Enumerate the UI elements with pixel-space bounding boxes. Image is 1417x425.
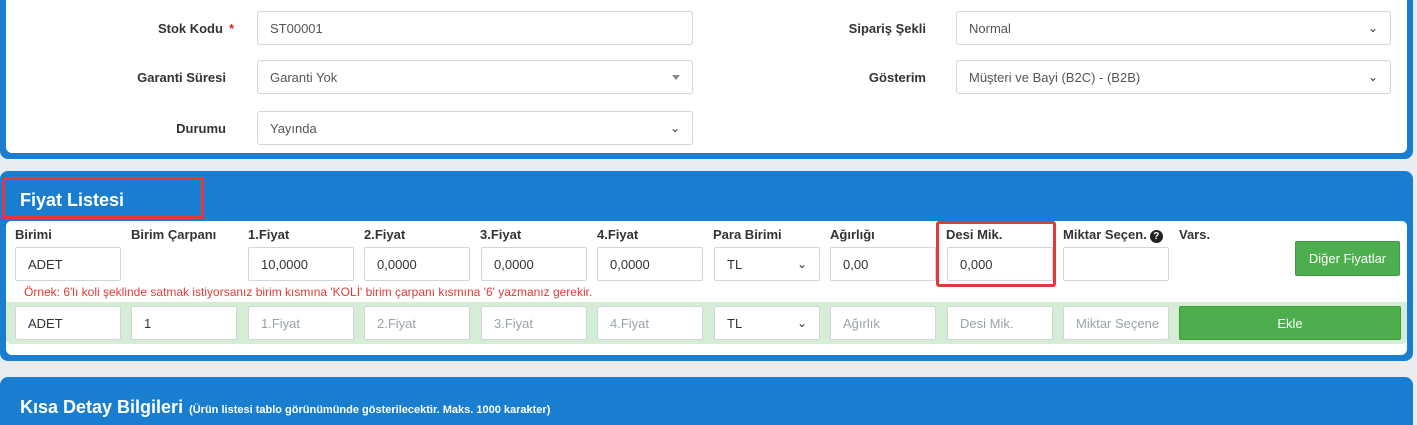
row-weight-input[interactable]: 0,00	[830, 247, 936, 281]
row-price1-input[interactable]: 10,0000	[248, 247, 354, 281]
new-weight-input[interactable]: Ağırlık	[830, 306, 936, 340]
new-desi-input[interactable]: Desi Mik.	[947, 306, 1053, 340]
status-label: Durumu	[176, 121, 226, 136]
warranty-select[interactable]: Garanti Yok	[257, 60, 693, 94]
order-type-select[interactable]: Normal ⌄	[956, 11, 1391, 45]
new-price3-input[interactable]: 3.Fiyat	[481, 306, 587, 340]
stock-code-input[interactable]: ST00001	[257, 11, 693, 45]
row-price4-input[interactable]: 0,0000	[597, 247, 703, 281]
display-select[interactable]: Müşteri ve Bayi (B2C) - (B2B) ⌄	[956, 60, 1391, 94]
chevron-down-icon: ⌄	[1367, 70, 1378, 84]
col-qty-select: Miktar Seçen.?	[1063, 227, 1163, 243]
col-multiplier: Birim Çarpanı	[131, 227, 217, 242]
product-form-panel: Stok Kodu * ST00001 Garanti Süresi Garant…	[0, 0, 1413, 159]
new-price4-input[interactable]: 4.Fiyat	[597, 306, 703, 340]
new-multiplier-input[interactable]: 1	[131, 306, 237, 340]
add-button[interactable]: Ekle	[1179, 306, 1401, 340]
col-price1: 1.Fiyat	[248, 227, 290, 242]
col-price2: 2.Fiyat	[364, 227, 406, 242]
price-list-panel: Fiyat Listesi Birimi Birim Çarpanı 1.Fiy…	[0, 171, 1413, 361]
row-currency-select[interactable]: TL ⌄	[714, 247, 820, 281]
col-currency: Para Birimi	[713, 227, 782, 242]
desi-highlight-box	[936, 221, 1056, 287]
chevron-down-icon: ⌄	[796, 257, 807, 271]
status-select[interactable]: Yayında ⌄	[257, 111, 693, 145]
caret-down-icon	[672, 74, 680, 80]
required-mark: *	[228, 21, 234, 36]
short-detail-title: Kısa Detay Bilgileri (Ürün listesi tablo …	[20, 397, 551, 417]
col-unit: Birimi	[15, 227, 52, 242]
row-unit-input[interactable]: ADET	[15, 247, 121, 281]
row-qty-select-input[interactable]	[1063, 247, 1169, 281]
unit-hint-text: Örnek: 6'lı koli şeklinde satmak istiyor…	[24, 285, 593, 299]
new-price1-input[interactable]: 1.Fiyat	[248, 306, 354, 340]
order-type-label: Sipariş Şekli	[848, 21, 926, 36]
short-detail-panel: Kısa Detay Bilgileri (Ürün listesi tablo …	[0, 377, 1413, 425]
display-label: Gösterim	[868, 70, 926, 85]
chevron-down-icon: ⌄	[1367, 21, 1378, 35]
stock-code-label: Stok Kodu *	[157, 21, 234, 36]
price-list-body: Birimi Birim Çarpanı 1.Fiyat 2.Fiyat 3.F…	[6, 221, 1407, 355]
add-price-row: ADET 1 1.Fiyat 2.Fiyat 3.Fiyat 4.Fiyat T…	[6, 302, 1407, 344]
other-prices-button[interactable]: Diğer Fiyatlar	[1295, 241, 1400, 276]
col-variants: Vars.	[1179, 227, 1211, 242]
col-price4: 4.Fiyat	[597, 227, 639, 242]
col-price3: 3.Fiyat	[480, 227, 522, 242]
row-price3-input[interactable]: 0,0000	[481, 247, 587, 281]
new-qty-select-input[interactable]: Miktar Seçene	[1063, 306, 1169, 340]
col-weight: Ağırlığı	[830, 227, 875, 242]
question-circle-icon[interactable]: ?	[1149, 230, 1163, 243]
chevron-down-icon: ⌄	[669, 121, 680, 135]
new-currency-select[interactable]: TL ⌄	[714, 306, 820, 340]
warranty-label: Garanti Süresi	[137, 70, 226, 85]
new-unit-input[interactable]: ADET	[15, 306, 121, 340]
short-detail-subtitle: (Ürün listesi tablo görünümünde gösteril…	[189, 404, 551, 416]
new-price2-input[interactable]: 2.Fiyat	[364, 306, 470, 340]
price-list-title: Fiyat Listesi	[20, 190, 125, 210]
row-price2-input[interactable]: 0,0000	[364, 247, 470, 281]
product-form-body: Stok Kodu * ST00001 Garanti Süresi Garant…	[6, 0, 1407, 153]
chevron-down-icon: ⌄	[796, 316, 807, 330]
